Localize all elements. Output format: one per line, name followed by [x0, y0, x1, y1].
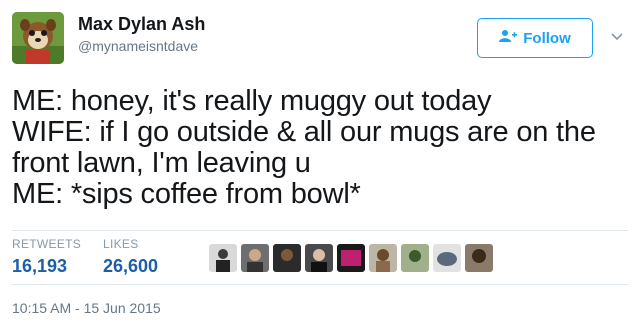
liker-avatar[interactable] [273, 244, 301, 272]
follow-button-label: Follow [523, 29, 571, 47]
add-user-icon [499, 29, 518, 47]
divider [12, 284, 628, 285]
retweets-count: 16,193 [12, 256, 68, 276]
retweets-label: RETWEETS [12, 237, 82, 251]
liker-avatar[interactable] [241, 244, 269, 272]
likes-label: LIKES [103, 237, 139, 251]
retweets-stat[interactable]: RETWEETS 16,193 [12, 237, 81, 277]
tweet-text: ME: honey, it's really muggy out today W… [12, 85, 596, 210]
user-handle[interactable]: @mynameisntdave [78, 38, 198, 54]
liker-avatar[interactable] [465, 244, 493, 272]
divider [12, 230, 628, 231]
tweet-timestamp[interactable]: 10:15 AM - 15 Jun 2015 [12, 300, 161, 316]
likes-stat[interactable]: LIKES 26,600 [103, 237, 158, 277]
follow-button[interactable]: Follow [477, 18, 593, 58]
liker-avatar[interactable] [209, 244, 237, 272]
liker-avatar[interactable] [305, 244, 333, 272]
liker-avatar[interactable] [401, 244, 429, 272]
chevron-down-icon[interactable] [607, 26, 627, 46]
liker-avatar[interactable] [433, 244, 461, 272]
liker-avatar[interactable] [337, 244, 365, 272]
likes-count: 26,600 [103, 256, 159, 276]
display-name[interactable]: Max Dylan Ash [78, 14, 205, 35]
liker-avatar[interactable] [369, 244, 397, 272]
avatar[interactable] [12, 12, 64, 64]
liker-avatars [209, 244, 493, 272]
